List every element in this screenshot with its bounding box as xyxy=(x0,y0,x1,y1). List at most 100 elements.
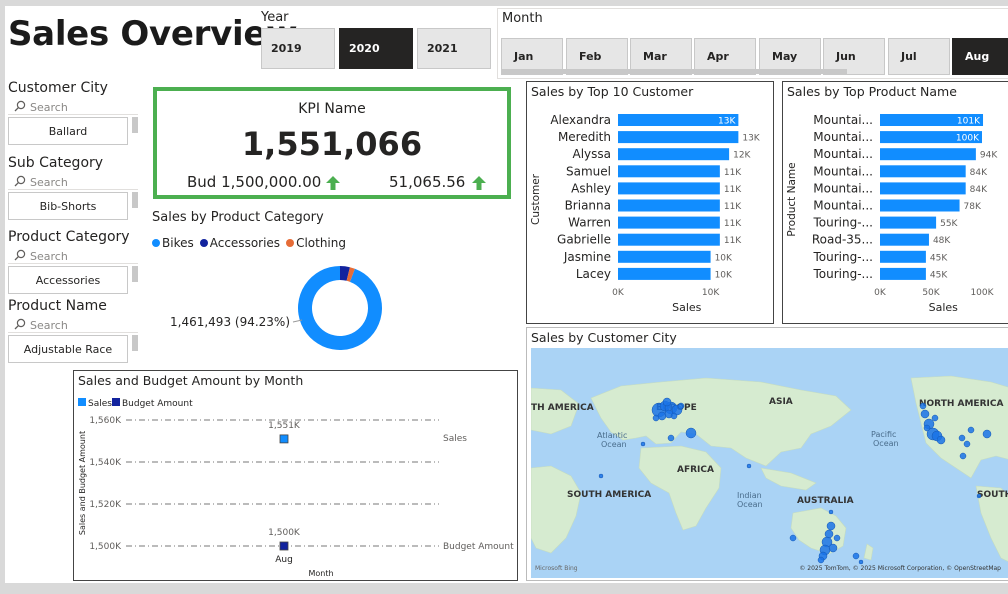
product-category-value[interactable]: Accessories xyxy=(8,266,128,294)
up-arrow-icon xyxy=(471,175,487,195)
bar[interactable] xyxy=(880,165,966,178)
search-icon xyxy=(14,318,26,333)
data-label: 11K xyxy=(724,202,742,212)
sub-category-label: Sub Category xyxy=(8,155,104,171)
customer-city-scrollbar[interactable] xyxy=(132,117,138,133)
data-label: 48K xyxy=(933,236,951,246)
city-bubble[interactable] xyxy=(936,435,946,445)
month-scrollbar[interactable] xyxy=(502,69,847,74)
legend-dot xyxy=(286,239,295,247)
city-bubble[interactable] xyxy=(828,509,834,515)
product-name-value[interactable]: Adjustable Race xyxy=(8,335,128,363)
city-bubble[interactable] xyxy=(746,463,752,469)
city-bubble[interactable] xyxy=(640,441,646,447)
data-label: 11K xyxy=(724,185,742,195)
category-label: Ashley xyxy=(571,181,611,195)
bar[interactable] xyxy=(880,267,926,280)
bar[interactable] xyxy=(880,216,937,229)
city-bubble[interactable] xyxy=(652,414,660,422)
product-name-search[interactable]: Search xyxy=(14,318,68,333)
city-bubble[interactable] xyxy=(685,427,697,439)
city-bubble[interactable] xyxy=(667,434,675,442)
window-frame-top xyxy=(0,0,1008,6)
city-bubble[interactable] xyxy=(976,493,982,499)
bar[interactable] xyxy=(618,148,730,161)
city-bubble[interactable] xyxy=(959,452,967,460)
customer-city-map: Sales by Customer City TH AMERICAEUROPEA… xyxy=(526,327,1008,581)
city-bubble[interactable] xyxy=(852,552,860,560)
map-region-label: Ocean xyxy=(737,500,763,509)
category-label: Mountai... xyxy=(813,147,873,161)
sub-category-search[interactable]: Search xyxy=(14,175,68,190)
up-arrow-icon xyxy=(325,175,341,195)
city-bubble[interactable] xyxy=(833,534,841,542)
budget-point[interactable] xyxy=(279,541,289,551)
data-label: 100K xyxy=(956,134,980,144)
city-bubble[interactable] xyxy=(828,543,838,553)
category-label: Touring-... xyxy=(812,267,873,281)
city-bubble[interactable] xyxy=(931,414,939,422)
city-bubble[interactable] xyxy=(982,429,992,439)
top-products-chart: Sales by Top Product Name Product Name Mo… xyxy=(782,81,1008,324)
year-option-2020[interactable]: 2020 xyxy=(339,28,413,69)
product-name-scrollbar[interactable] xyxy=(132,335,138,351)
top-customers-chart: Sales by Top 10 Customer Customer Alexand… xyxy=(526,81,774,324)
data-label: 45K xyxy=(930,253,948,263)
bar[interactable] xyxy=(618,267,711,280)
sub-category-scrollbar[interactable] xyxy=(132,192,138,208)
city-bubble[interactable] xyxy=(963,440,971,448)
legend-item-bikes[interactable]: Bikes xyxy=(152,236,194,250)
city-bubble[interactable] xyxy=(670,412,678,420)
bar[interactable] xyxy=(880,182,966,195)
kpi-title: KPI Name xyxy=(298,101,366,117)
bar[interactable] xyxy=(618,250,711,263)
customer-city-search[interactable]: Search xyxy=(14,100,68,115)
sales-point[interactable] xyxy=(279,434,289,444)
city-bubble[interactable] xyxy=(677,402,685,410)
data-label: 10K xyxy=(715,270,733,280)
month-option-aug[interactable]: Aug xyxy=(952,38,1008,75)
product-category-search[interactable]: Search xyxy=(14,249,68,264)
data-label: 94K xyxy=(980,151,998,161)
city-bubble[interactable] xyxy=(817,556,825,564)
month-option-jul[interactable]: Jul xyxy=(888,38,950,75)
city-bubble[interactable] xyxy=(858,559,864,565)
city-bubble[interactable] xyxy=(920,409,930,419)
bar[interactable] xyxy=(618,233,720,246)
city-bubble[interactable] xyxy=(826,521,836,531)
year-option-2021[interactable]: 2021 xyxy=(417,28,491,69)
bar[interactable] xyxy=(880,250,926,263)
legend-item-clothing[interactable]: Clothing xyxy=(286,236,346,250)
legend-item-accessories[interactable]: Accessories xyxy=(199,236,281,250)
bar[interactable] xyxy=(618,182,720,195)
category-label: Gabrielle xyxy=(557,233,611,247)
year-option-2019[interactable]: 2019 xyxy=(261,28,335,69)
city-bubble[interactable] xyxy=(958,434,966,442)
bar[interactable] xyxy=(880,148,976,161)
sales-budget-plot: Sales Budget Amount1,560K1,540K1,520K1,50… xyxy=(78,398,514,578)
x-axis-title: Sales xyxy=(672,301,702,314)
bar[interactable] xyxy=(618,216,720,229)
city-bubble[interactable] xyxy=(662,397,672,407)
category-label: Brianna xyxy=(565,199,611,213)
legend-label: Accessories xyxy=(209,236,281,250)
sub-category-value[interactable]: Bib-Shorts xyxy=(8,192,128,220)
map-canvas[interactable]: TH AMERICAEUROPEASIANORTH AMERICAAtlanti… xyxy=(531,348,1008,578)
bar[interactable] xyxy=(618,131,739,144)
data-label: 12K xyxy=(733,151,751,161)
city-bubble[interactable] xyxy=(789,534,797,542)
bar[interactable] xyxy=(618,199,720,212)
y-tick-label: 1,560K xyxy=(89,416,122,426)
city-bubble[interactable] xyxy=(657,411,667,421)
bar[interactable] xyxy=(618,165,720,178)
city-bubble[interactable] xyxy=(923,424,931,432)
city-bubble[interactable] xyxy=(598,473,604,479)
city-bubble[interactable] xyxy=(967,426,975,434)
city-bubble[interactable] xyxy=(919,402,927,410)
product-category-scrollbar[interactable] xyxy=(132,266,138,282)
city-bubble[interactable] xyxy=(824,529,834,539)
customer-city-value[interactable]: Ballard xyxy=(8,117,128,145)
bar[interactable] xyxy=(880,233,929,246)
data-label: 11K xyxy=(724,219,742,229)
bar[interactable] xyxy=(880,199,960,212)
